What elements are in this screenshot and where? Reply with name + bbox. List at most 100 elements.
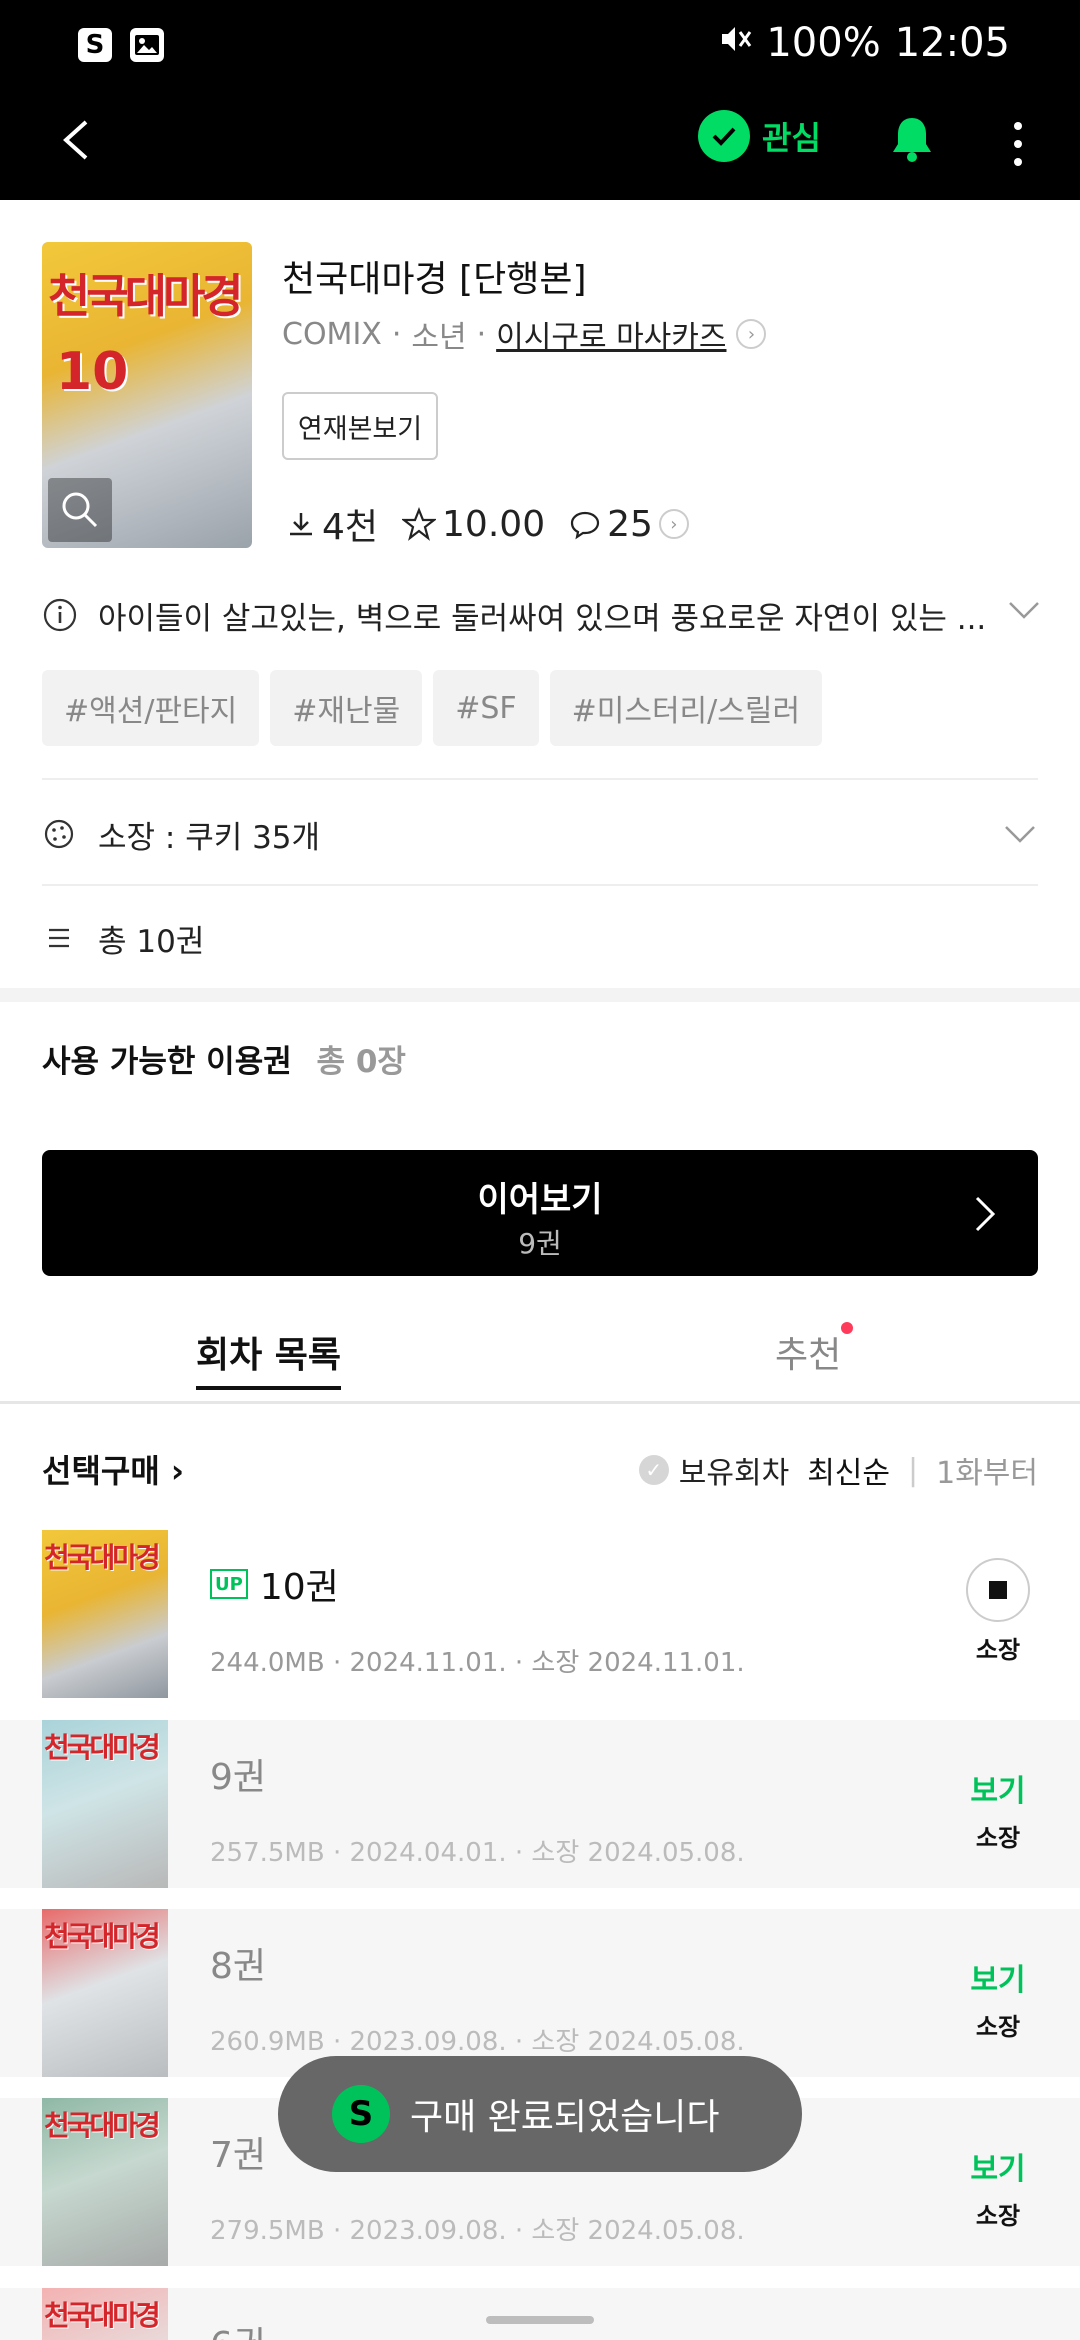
view-button[interactable]: 보기 [958,2144,1038,2188]
cookie-icon [42,817,76,851]
zoom-button[interactable] [48,478,112,542]
continue-label: 이어보기 [477,1180,603,1220]
episode-thumbnail: 천국대마경 [42,2098,168,2266]
meta-dot: · [391,316,402,352]
cover-title: 천국대마경 [48,269,244,323]
thumbnail-title: 천국대마경 [44,1920,161,1953]
rating-value: 10.00 [442,503,546,545]
episode-row[interactable]: 천국대마경 UP 10권 244.0MB · 2024.11.01. · 소장 … [0,1530,1080,1698]
episode-title: UP 10권 [210,1558,339,1610]
new-dot [841,1322,854,1334]
tab-episodes[interactable]: 회차 목록 [196,1326,342,1390]
select-buy-button[interactable]: 선택구매 › [42,1446,184,1492]
chevron-right-icon[interactable]: › [736,319,767,349]
episode-info: 260.9MB · 2023.09.08. · 소장 2024.05.08. [210,2027,745,2057]
episode-info: 279.5MB · 2023.09.08. · 소장 2024.05.08. [210,2216,745,2246]
check-icon [698,110,750,162]
favorite-label: 관심 [762,119,821,157]
meta-dot: · [476,316,487,352]
tag-chip[interactable]: #액션/판타지 [42,670,260,746]
section-divider [0,988,1080,1002]
cover-volume: 10 [56,342,129,402]
episode-info: 244.0MB · 2024.11.01. · 소장 2024.11.01. [210,1648,745,1678]
more-menu-button[interactable] [1000,114,1036,174]
comments-count: 25 [607,503,653,545]
owned-label: 소장 [975,2013,1021,2041]
episode-thumbnail: 천국대마경 [42,2288,168,2340]
purchase-toast: S 구매 완료되었습니다 [278,2056,802,2172]
episode-row[interactable]: 천국대마경 8권 260.9MB · 2023.09.08. · 소장 2024… [0,1909,1080,2077]
owned-label: 소장 [975,1636,1021,1664]
episode-row[interactable]: 천국대마경 6권 보기 [0,2288,1080,2340]
episode-name: 9권 [210,1757,267,1798]
owned-filter-label: 보유회차 [678,1456,790,1491]
thumbnail-title: 천국대마경 [44,2299,161,2332]
synopsis-row[interactable]: 아이들이 살고있는, 벽으로 둘러싸여 있으며 풍요로운 자연이 있는 ... [42,590,1042,640]
episode-actions: 보기 소장 [958,1740,1038,1853]
comments-stat[interactable]: 25 › [569,504,689,545]
view-button[interactable]: 보기 [958,1955,1038,1999]
episode-info: 257.5MB · 2024.04.01. · 소장 2024.05.08. [210,1838,745,1868]
more-vertical-icon [1014,122,1022,166]
chevron-right-icon [975,1196,996,1232]
publisher: COMIX [282,316,382,352]
view-button[interactable]: 보기 [958,1766,1038,1810]
tag-chip[interactable]: #재난물 [270,670,423,746]
notification-bell-button[interactable] [885,112,939,166]
series-app-icon: S [78,28,112,62]
star-icon [402,507,437,541]
stop-icon [989,1581,1007,1599]
owned-row[interactable]: 소장 : 쿠키 35개 [42,804,1038,864]
tag-chip[interactable]: #미스터리/스릴러 [549,670,823,746]
favorite-button[interactable]: 관심 [698,110,821,162]
thumbnail-title: 천국대마경 [44,2109,161,2142]
tab-recommend-label: 추천 [775,1335,842,1376]
total-text: 총 10권 [98,923,205,960]
status-right: 100% 12:05 [718,20,1010,66]
gesture-bar[interactable] [486,2316,594,2324]
clock: 12:05 [894,20,1010,66]
list-filters: ✓ 보유회차 최신순 | 1화부터 [638,1448,1038,1492]
voucher-row: 사용 가능한 이용권 총 0장 [42,1036,406,1081]
chevron-right-icon: › [170,1452,185,1490]
episode-title: 8권 [210,1937,266,1989]
sort-latest[interactable]: 최신순 [807,1448,890,1492]
divider [42,884,1038,886]
genre: 소년 [411,320,467,355]
tag-chip[interactable]: #SF [433,670,539,746]
voucher-count: 총 0장 [316,1044,406,1080]
owned-filter[interactable]: ✓ 보유회차 [638,1448,790,1492]
episode-name: 7권 [210,2135,267,2176]
tag-list: #액션/판타지 #재난물 #SF #미스터리/스릴러 [42,670,823,746]
download-stop-button[interactable] [966,1558,1030,1622]
continue-reading-button[interactable]: 이어보기 9권 [42,1150,1038,1276]
bell-icon [893,118,931,162]
gallery-icon [130,28,164,62]
series-logo-icon: S [332,2085,390,2143]
view-button[interactable]: 보기 [958,2334,1038,2340]
episode-thumbnail: 천국대마경 [42,1530,168,1698]
voucher-label: 사용 가능한 이용권 [42,1044,292,1080]
episode-thumbnail: 천국대마경 [42,1720,168,1888]
downloads-stat: 4천 [286,498,378,550]
check-circle-icon: ✓ [638,1455,669,1485]
download-icon [290,513,312,536]
owned-label: 소장 [975,2202,1021,2230]
book-meta: COMIX · 소년 · 이시구로 마사카즈 › [282,312,767,356]
owned-text: 소장 : 쿠키 35개 [98,819,321,856]
serial-view-button[interactable]: 연재본보기 [282,392,438,460]
downloads-count: 4천 [322,507,379,548]
continue-volume: 9권 [518,1227,562,1260]
chevron-down-icon[interactable] [1006,598,1042,622]
author-link[interactable]: 이시구로 마사카즈 [496,312,726,356]
episode-row[interactable]: 천국대마경 9권 257.5MB · 2024.04.01. · 소장 2024… [0,1720,1080,1888]
app-bar: 관심 [0,92,1080,200]
chevron-down-icon[interactable] [1002,822,1038,846]
tab-recommend[interactable]: 추천 [775,1322,854,1378]
book-cover[interactable]: 천국대마경 10 [42,242,252,548]
separator: | [908,1452,919,1488]
episode-actions: 보기 [958,2308,1038,2340]
episode-actions: 보기 소장 [958,2118,1038,2231]
sort-from-first[interactable]: 1화부터 [936,1448,1038,1492]
back-button[interactable] [48,110,108,170]
